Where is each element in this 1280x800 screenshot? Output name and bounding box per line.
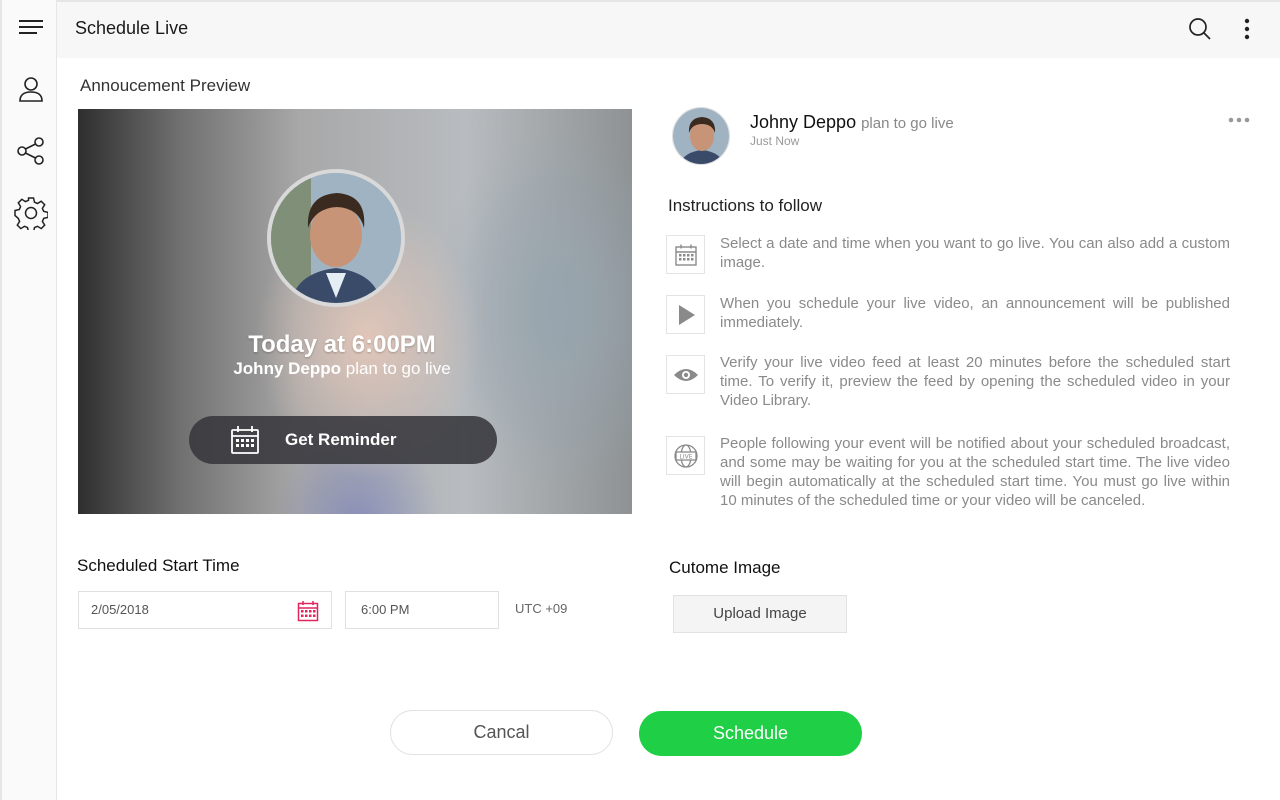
more-horizontal-icon[interactable] xyxy=(1226,112,1252,128)
gear-icon[interactable] xyxy=(12,194,50,232)
schedule-title: Scheduled Start Time xyxy=(77,556,240,575)
timezone-label: UTC +09 xyxy=(515,601,568,616)
preview-section-title: Annoucement Preview xyxy=(80,76,251,95)
instruction-text: Verify your live video feed at least 20 … xyxy=(720,354,1230,409)
preview-avatar xyxy=(267,169,405,307)
play-icon xyxy=(666,295,705,334)
post-author: Johny Deppo plan to go live xyxy=(750,112,954,133)
page-title: Schedule Live xyxy=(75,18,189,38)
announcement-preview: Today at 6:00PM Johny Deppo plan to go l… xyxy=(78,109,632,514)
top-bar: Schedule Live xyxy=(57,0,1280,58)
share-icon[interactable] xyxy=(12,132,50,170)
calendar-icon[interactable] xyxy=(297,600,319,625)
instruction-text: When you schedule your live video, an an… xyxy=(720,295,1230,331)
time-field[interactable]: 6:00 PM xyxy=(345,591,499,629)
post-action-text: plan to go live xyxy=(861,115,954,132)
more-vertical-icon[interactable] xyxy=(1232,14,1262,44)
calendar-icon xyxy=(666,235,705,274)
schedule-button[interactable]: Schedule xyxy=(639,711,862,756)
sidebar xyxy=(0,0,57,800)
avatar xyxy=(672,107,730,165)
get-reminder-label: Get Reminder xyxy=(285,430,397,449)
preview-time: Today at 6:00PM xyxy=(248,331,436,358)
time-value: 6:00 PM xyxy=(361,602,410,617)
live-globe-icon: LIVE xyxy=(666,436,705,475)
post-user-name[interactable]: Johny Deppo xyxy=(750,112,856,132)
get-reminder-button[interactable]: Get Reminder xyxy=(189,416,497,464)
instruction-text: People following your event will be noti… xyxy=(720,435,1230,509)
instructions-title: Instructions to follow xyxy=(668,196,823,215)
date-value: 2/05/2018 xyxy=(91,602,149,617)
upload-image-button[interactable]: Upload Image xyxy=(673,595,847,633)
eye-icon xyxy=(666,355,705,394)
custom-image-title: Cutome Image xyxy=(669,558,781,577)
instruction-text: Select a date and time when you want to … xyxy=(720,235,1230,271)
preview-subtitle: Johny Deppo plan to go live xyxy=(78,359,606,379)
post-timestamp: Just Now xyxy=(750,134,800,148)
preview-action-text: plan to go live xyxy=(345,359,451,378)
user-icon[interactable] xyxy=(12,70,50,108)
svg-text:LIVE: LIVE xyxy=(679,453,692,460)
menu-icon[interactable] xyxy=(12,8,50,46)
date-field[interactable]: 2/05/2018 xyxy=(78,591,332,629)
search-icon[interactable] xyxy=(1185,14,1215,44)
calendar-icon xyxy=(229,424,261,461)
cancel-button[interactable]: Cancal xyxy=(390,710,613,755)
preview-user-name: Johny Deppo xyxy=(233,359,342,378)
